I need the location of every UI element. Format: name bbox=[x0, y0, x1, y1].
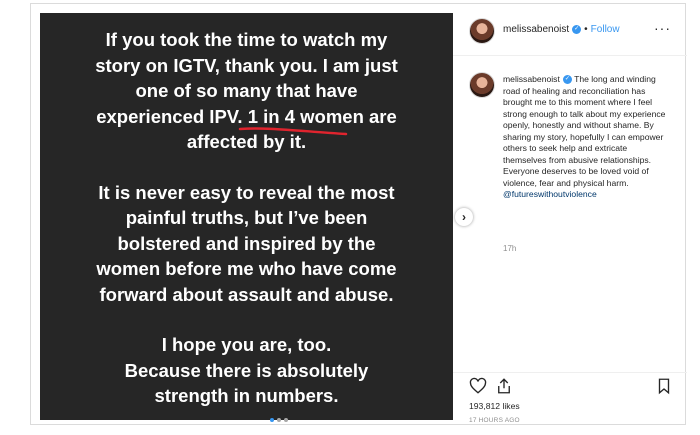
caption: melissabenoist ✓ The long and winding roa… bbox=[503, 74, 673, 201]
caption-text: The long and winding road of healing and… bbox=[503, 74, 666, 188]
likes-count[interactable]: 193,812 likes bbox=[469, 401, 520, 411]
verified-badge-icon: ✓ bbox=[562, 75, 572, 85]
more-options-icon[interactable]: ··· bbox=[654, 20, 671, 36]
image-line: painful truths, but I’ve been bbox=[125, 207, 368, 228]
image-line: experienced IPV. 1 in 4 women are bbox=[96, 105, 397, 127]
avatar[interactable] bbox=[469, 18, 495, 44]
caption-username[interactable]: melissabenoist bbox=[503, 74, 560, 84]
image-line: I hope you are, too. bbox=[161, 334, 332, 355]
bookmark-icon[interactable] bbox=[655, 377, 673, 395]
share-icon[interactable] bbox=[495, 377, 513, 395]
red-underline-mark bbox=[238, 127, 348, 136]
image-paragraph-2: It is never easy to reveal the most pain… bbox=[40, 180, 453, 308]
image-line: strength in numbers. bbox=[154, 385, 339, 406]
avatar[interactable] bbox=[469, 72, 495, 98]
post-sidebar: melissabenoist ✓ • Follow ··· melissabenois… bbox=[453, 4, 687, 426]
image-line: story on IGTV, thank you. I am just bbox=[95, 54, 398, 76]
image-line: forward about assault and abuse. bbox=[99, 283, 394, 305]
post-header: melissabenoist ✓ • Follow ··· bbox=[453, 4, 687, 56]
carousel-dot-active bbox=[270, 418, 274, 422]
caption-timestamp: 17h bbox=[503, 244, 517, 253]
caption-area: melissabenoist ✓ The long and winding roa… bbox=[453, 56, 687, 372]
post-actions: 193,812 likes 17 HOURS AGO bbox=[453, 372, 687, 424]
carousel-dots bbox=[270, 418, 288, 422]
image-line: women before me who have come bbox=[96, 258, 397, 279]
post-image-text: If you took the time to watch my story o… bbox=[40, 27, 453, 434]
post-image[interactable]: If you took the time to watch my story o… bbox=[40, 13, 453, 422]
image-line: If you took the time to watch my bbox=[105, 29, 388, 50]
follow-button[interactable]: Follow bbox=[591, 24, 620, 35]
image-line: one of so many that have bbox=[135, 80, 358, 101]
image-line: It is never easy to reveal the most bbox=[98, 181, 395, 203]
instagram-post: If you took the time to watch my story o… bbox=[30, 3, 687, 426]
caption-mention-link[interactable]: @futureswithoutviolence bbox=[503, 189, 597, 199]
header-username[interactable]: melissabenoist bbox=[503, 24, 569, 35]
image-line: bolstered and inspired by the bbox=[117, 232, 376, 254]
carousel-dot bbox=[284, 418, 288, 422]
header-user-row: melissabenoist ✓ • Follow bbox=[503, 24, 620, 35]
verified-badge-icon: ✓ bbox=[572, 24, 582, 34]
carousel-dot bbox=[277, 418, 281, 422]
separator-dot: • bbox=[584, 24, 588, 35]
image-line: Because there is absolutely bbox=[124, 359, 369, 381]
post-timestamp: 17 HOURS AGO bbox=[469, 417, 520, 424]
image-paragraph-3: I hope you are, too. Because there is ab… bbox=[40, 332, 453, 409]
heart-icon[interactable] bbox=[469, 377, 487, 395]
